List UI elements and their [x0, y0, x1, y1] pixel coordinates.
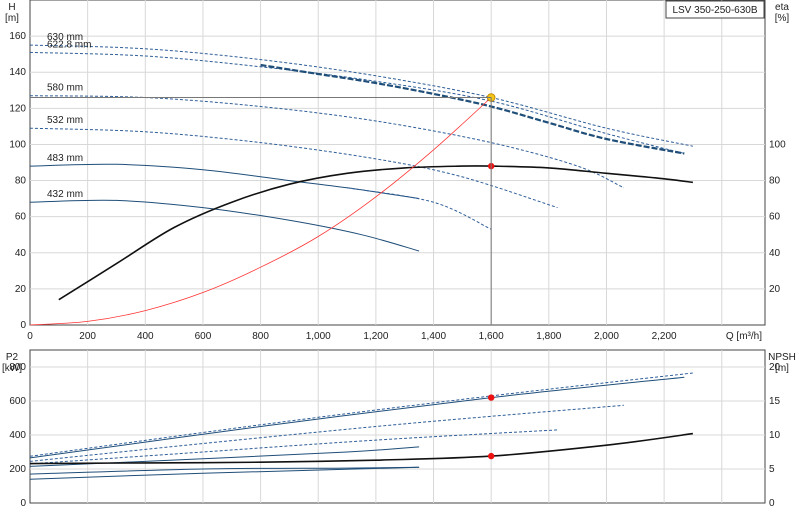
- top-y-right-tick: 60: [769, 212, 781, 223]
- top-series-line-6: [347, 187, 492, 230]
- top-y-right-tick: 80: [769, 176, 781, 187]
- bottom-plot-frame: [29, 349, 766, 504]
- top-series-line-5: [29, 163, 420, 200]
- bottom-operating-point-marker: [487, 452, 495, 460]
- top-series-label: 532 mm: [47, 115, 83, 126]
- bottom-grid: [30, 350, 765, 503]
- top-x-tick: 2,200: [652, 331, 677, 342]
- top-x-tick: 2,000: [594, 331, 619, 342]
- top-x-tick: 600: [195, 331, 212, 342]
- bottom-operating-point-marker: [487, 394, 495, 401]
- bottom-y-right-tick: 20: [769, 362, 781, 373]
- top-series-line-1: [29, 51, 685, 154]
- chart-canvas: H [m] eta [%] Q [m³/h] P2 [kW] NPSH [m] …: [2, 0, 796, 509]
- bottom-y-left-tick: 400: [9, 430, 26, 441]
- bottom-series-group: [29, 372, 694, 480]
- top-y-right-tick: 40: [769, 248, 781, 259]
- bottom-y-left-tick: 800: [9, 362, 26, 373]
- bottom-series-line-1: [29, 376, 685, 459]
- top-series-group: [29, 44, 694, 326]
- bottom-y-left-tick: 0: [20, 498, 26, 509]
- top-series-label: 483 mm: [47, 153, 83, 164]
- top-x-tick: 400: [137, 331, 154, 342]
- top-y-left-tick: 60: [15, 212, 27, 223]
- top-y-left-tick: 20: [15, 284, 27, 295]
- top-series-label: 580 mm: [47, 83, 83, 94]
- top-x-tick: 1,200: [363, 331, 388, 342]
- top-series-line-2: [260, 63, 685, 155]
- top-x-tick: 200: [79, 331, 96, 342]
- bottom-y-right-tick: 15: [769, 396, 781, 407]
- top-y-right-tick: 20: [769, 284, 781, 295]
- top-y-left-tick: 120: [9, 103, 26, 114]
- bottom-y-left-tick: 600: [9, 396, 26, 407]
- pump-curve-chart: H [m] eta [%] Q [m³/h] P2 [kW] NPSH [m] …: [0, 0, 800, 520]
- top-x-tick: 1,600: [479, 331, 504, 342]
- top-x-label: Q [m³/h]: [726, 331, 762, 342]
- top-y-left-label-2: [m]: [5, 13, 19, 24]
- series-labels-group: 630 mm622.8 mm580 mm532 mm483 mm432 mm: [47, 32, 91, 200]
- bottom-y-left-tick: 200: [9, 464, 26, 475]
- top-y-left-label-1: H: [8, 2, 15, 13]
- top-y-left-tick: 160: [9, 31, 26, 42]
- top-x-tick: 0: [27, 331, 33, 342]
- top-series-label: 432 mm: [47, 189, 83, 200]
- top-y-left-tick: 40: [15, 248, 27, 259]
- top-y-left-tick: 80: [15, 176, 27, 187]
- top-series-line-0: [29, 44, 694, 147]
- top-y-right-label-1: eta: [775, 2, 789, 13]
- bottom-y-right-tick: 10: [769, 430, 781, 441]
- top-series-line-3: [29, 95, 625, 189]
- top-y-right-label-2: [%]: [775, 13, 790, 24]
- top-x-tick: 1,000: [306, 331, 331, 342]
- top-y-left-tick: 100: [9, 139, 26, 150]
- top-x-tick: 800: [252, 331, 269, 342]
- top-x-tick: 1,400: [421, 331, 446, 342]
- top-x-tick: 1,800: [536, 331, 561, 342]
- top-series-label: 622.8 mm: [47, 39, 91, 50]
- model-label: LSV 350-250-630B: [672, 5, 757, 16]
- top-y-left-tick: 0: [20, 320, 26, 331]
- bottom-y-right-tick: 5: [769, 464, 775, 475]
- top-y-left-tick: 140: [9, 67, 26, 78]
- bottom-series-line-7: [29, 432, 694, 465]
- bottom-y-right-tick: 0: [769, 498, 775, 509]
- top-y-right-tick: 100: [769, 139, 786, 150]
